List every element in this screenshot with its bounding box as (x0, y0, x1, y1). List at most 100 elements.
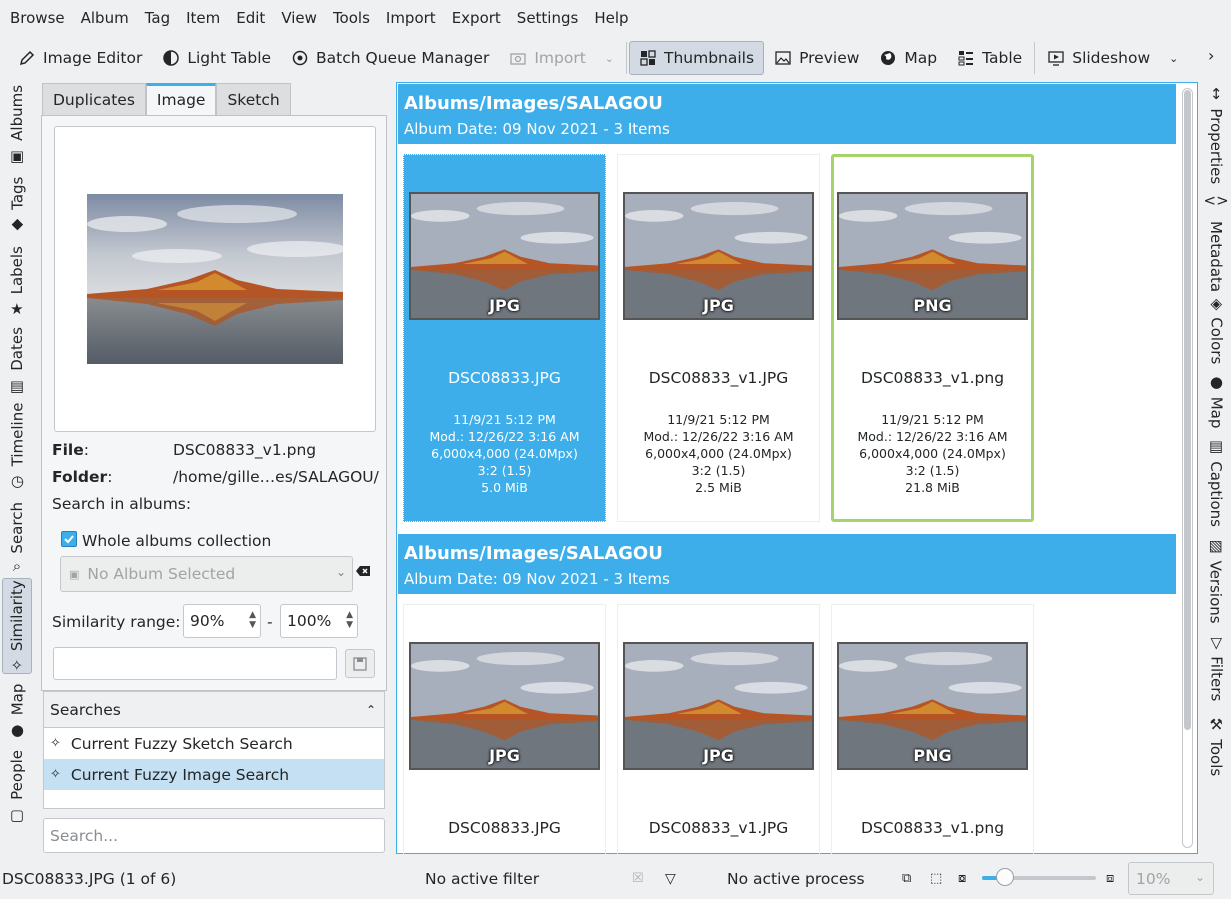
thumbnail-item[interactable]: JPG DSC08833.JPG (403, 604, 606, 854)
format-badge: PNG (913, 296, 952, 315)
zoom-out-icon[interactable]: ⧇ (958, 871, 966, 886)
table-button[interactable]: Table (947, 41, 1032, 75)
sidebar-tab-albums[interactable]: ▣ Albums (2, 84, 32, 165)
calendar-icon: ▤ (9, 376, 25, 395)
sidebar-tab-similarity[interactable]: ✧ Similarity (2, 578, 32, 674)
wrench-icon: ⚒ (1209, 715, 1223, 734)
thumbnail-item[interactable]: PNG DSC08833_v1.png (831, 604, 1034, 854)
chevron-up-icon[interactable]: ⌃ (366, 703, 376, 717)
album-group-header[interactable]: Albums/Images/SALAGOU Album Date: 09 Nov… (398, 534, 1176, 594)
globe-icon: ● (10, 720, 24, 739)
save-search-name-input[interactable] (53, 647, 337, 680)
slideshow-button[interactable]: Slideshow ⌄ (1037, 41, 1188, 75)
sidebar-tab-captions[interactable]: ▤ Captions (1202, 437, 1230, 528)
similarity-min-spinbox[interactable]: 90% ▲ ▼ (183, 604, 261, 638)
sidebar-tab-label: Similarity (8, 580, 26, 652)
thumbnail-item[interactable]: JPG DSC08833.JPG 11/9/21 5:12 PM Mod.: 1… (403, 154, 606, 522)
save-search-button[interactable] (345, 649, 375, 678)
searches-header-label: Searches (50, 700, 121, 719)
menu-album[interactable]: Album (73, 0, 137, 36)
thumbnail-image: JPG (623, 642, 814, 770)
import-button[interactable]: Import ⌄ (499, 41, 624, 75)
menu-settings[interactable]: Settings (509, 0, 587, 36)
sidebar-tab-labels[interactable]: ★ Labels (2, 242, 32, 320)
searches-header[interactable]: Searches ⌃ (44, 692, 384, 728)
sidebar-tab-dates[interactable]: ▤ Dates (2, 326, 32, 395)
sidebar-tab-tags[interactable]: ◆ Tags (2, 170, 32, 236)
sidebar-tab-versions[interactable]: ▧ Versions (1202, 536, 1230, 626)
saved-searches-panel: Searches ⌃ ✧ Current Fuzzy Sketch Search… (43, 691, 385, 809)
spin-arrows-icon[interactable]: ▲ ▼ (249, 610, 256, 630)
right-sidebar-tabs: ↕ Properties <> Metadata ◈ Colors ● Map ▤ Cap… (1200, 82, 1231, 842)
sidebar-tab-label: Tags (8, 176, 27, 210)
pencil-icon (19, 50, 35, 66)
thumbnails-button[interactable]: Thumbnails (629, 41, 765, 75)
sidebar-tab-metadata[interactable]: <> Metadata (1202, 191, 1230, 292)
sidebar-tab-filters[interactable]: ▽ Filters (1202, 634, 1230, 704)
image-editor-button[interactable]: Image Editor (8, 41, 152, 75)
album-group-header[interactable]: Albums/Images/SALAGOU Album Date: 09 Nov… (398, 84, 1176, 144)
sidebar-tab-colors[interactable]: ◈ Colors (1202, 294, 1230, 368)
search-item-sketch[interactable]: ✧ Current Fuzzy Sketch Search (44, 728, 384, 759)
status-item-count: DSC08833.JPG (1 of 6) (2, 869, 177, 888)
image-editor-label: Image Editor (43, 49, 143, 67)
menu-import[interactable]: Import (378, 0, 444, 36)
album-select[interactable]: ▣ No Album Selected ⌄ (60, 556, 353, 592)
menu-export[interactable]: Export (444, 0, 509, 36)
versions-icon: ▧ (1208, 536, 1224, 555)
sidebar-tab-properties[interactable]: ↕ Properties (1202, 85, 1230, 186)
light-table-button[interactable]: Light Table (152, 41, 281, 75)
menu-item[interactable]: Item (178, 0, 228, 36)
whole-albums-checkbox[interactable] (61, 531, 77, 547)
face-icon: ▢ (9, 805, 25, 824)
thumbnail-item-current[interactable]: PNG DSC08833_v1.png 11/9/21 5:12 PM Mod.… (831, 154, 1034, 522)
sidebar-tab-map[interactable]: ● Map (1202, 373, 1230, 430)
sidebar-tab-search[interactable]: ⌕ Search (2, 496, 32, 576)
menu-tools[interactable]: Tools (325, 0, 378, 36)
tab-duplicates[interactable]: Duplicates (42, 83, 146, 116)
clear-icon[interactable] (355, 563, 371, 579)
menu-help[interactable]: Help (586, 0, 636, 36)
zoom-frame-icon[interactable]: ⬚ (930, 871, 942, 886)
tab-sketch[interactable]: Sketch (216, 83, 291, 116)
menu-edit[interactable]: Edit (228, 0, 273, 36)
similarity-max-spinbox[interactable]: 100% ▲ ▼ (280, 604, 358, 638)
zoom-in-icon[interactable]: ⧈ (1106, 871, 1114, 886)
zoom-slider[interactable] (982, 868, 1096, 886)
save-icon (353, 656, 367, 671)
sidebar-tab-people[interactable]: ▢ People (2, 746, 32, 826)
searches-filter-input[interactable]: Search... (43, 818, 385, 853)
sidebar-tab-tools[interactable]: ⚒ Tools (1202, 712, 1230, 782)
menu-view[interactable]: View (273, 0, 325, 36)
similarity-tabs: Duplicates Image Sketch (42, 83, 291, 116)
wand-icon: ✧ (50, 767, 61, 782)
menu-tag[interactable]: Tag (137, 0, 178, 36)
menu-browse[interactable]: Browse (2, 0, 73, 36)
toolbar-separator (1034, 42, 1036, 74)
sidebar-tab-timeline[interactable]: ◷ Timeline (2, 400, 32, 490)
batch-queue-button[interactable]: Batch Queue Manager (281, 41, 499, 75)
preview-button[interactable]: Preview (764, 41, 869, 75)
spin-arrows-icon[interactable]: ▲ ▼ (346, 610, 353, 630)
thumbnail-name: DSC08833.JPG (448, 369, 561, 387)
zoom-combo[interactable]: 10% ⌄ (1128, 862, 1214, 895)
tab-image[interactable]: Image (145, 83, 217, 116)
sidebar-tab-map[interactable]: ● Map (2, 680, 32, 740)
filter-icon[interactable]: ▽ (665, 871, 676, 887)
trash-icon[interactable]: ☒ (632, 871, 644, 886)
thumbnail-scrollbar[interactable] (1182, 88, 1193, 848)
toolbar-overflow-chevron-icon[interactable]: › (1208, 46, 1214, 65)
zoom-fit-icon[interactable]: ⧉ (902, 871, 911, 886)
image-icon (775, 51, 791, 65)
info-size: 2.5 MiB (695, 480, 742, 495)
reference-image-box[interactable] (54, 126, 376, 432)
thumbnail-item[interactable]: JPG DSC08833_v1.JPG 11/9/21 5:12 PM Mod.… (617, 154, 820, 522)
map-button[interactable]: Map (869, 41, 947, 75)
scrollbar-handle[interactable] (1184, 90, 1191, 730)
search-item-image[interactable]: ✧ Current Fuzzy Image Search (44, 759, 384, 790)
zoom-slider-handle[interactable] (995, 868, 1014, 886)
thumbnail-item[interactable]: JPG DSC08833_v1.JPG (617, 604, 820, 854)
caption-icon: ▤ (1208, 437, 1224, 456)
thumbnail-info: 11/9/21 5:12 PM Mod.: 12/26/22 3:16 AM 6… (834, 411, 1031, 496)
thumbnail-name: DSC08833.JPG (448, 819, 561, 837)
